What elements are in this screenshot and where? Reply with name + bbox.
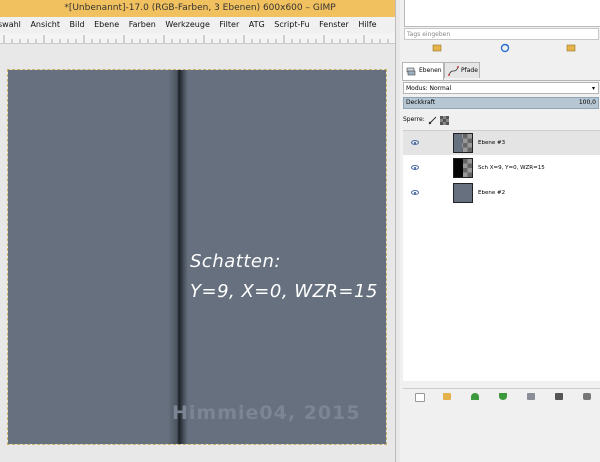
new-layer-icon[interactable] — [415, 393, 425, 402]
menu-item-auswahl[interactable]: swahl — [0, 20, 21, 29]
menu-item-hilfe[interactable]: Hilfe — [358, 20, 376, 29]
tab-paths-label: Pfade — [461, 67, 478, 74]
folder-icon[interactable] — [566, 44, 576, 52]
layer-row-shadow[interactable]: Sch X=9, Y=0, WZR=15 — [403, 156, 600, 180]
lower-layer-icon[interactable] — [499, 393, 507, 400]
menu-item-filter[interactable]: Filter — [219, 20, 239, 29]
menu-item-ebene[interactable]: Ebene — [94, 20, 119, 29]
lock-pixels-icon[interactable] — [428, 116, 437, 125]
tab-paths[interactable]: Pfade — [444, 62, 480, 78]
menu-item-script-fu[interactable]: Script-Fu — [274, 20, 309, 29]
new-group-icon[interactable] — [443, 393, 451, 400]
menu-bar: swahl Ansicht Bild Ebene Farben Werkzeug… — [0, 17, 400, 33]
watermark-text: Himmie04, 2015 — [172, 402, 361, 424]
lock-label: Sperre: — [403, 116, 425, 123]
layers-toolbar — [403, 388, 600, 405]
layer-name: Ebene #2 — [478, 190, 506, 196]
annotation-line-1: Schatten: — [190, 251, 281, 272]
menu-item-farben[interactable]: Farben — [129, 20, 156, 29]
paths-tab-icon — [448, 66, 459, 76]
window-title: *[Unbenannt]-17.0 (RGB-Farben, 3 Ebenen)… — [0, 0, 400, 17]
brush-preview-panel — [404, 0, 600, 27]
menu-item-fenster[interactable]: Fenster — [319, 20, 349, 29]
annotation-line-2: Y=9, X=0, WZR=15 — [190, 281, 378, 302]
layer-thumbnail — [453, 183, 473, 203]
eye-icon[interactable] — [411, 190, 419, 195]
brush-icon[interactable] — [432, 44, 442, 52]
eye-icon[interactable] — [411, 140, 419, 145]
layer-thumbnail — [453, 133, 473, 153]
layer-row-ebene-2[interactable]: Ebene #2 — [403, 181, 600, 205]
mode-label: Modus: Normal — [406, 85, 452, 92]
opacity-label: Deckkraft — [406, 99, 436, 106]
delete-layer-icon[interactable] — [583, 393, 591, 400]
raise-layer-icon[interactable] — [471, 393, 479, 400]
anchor-layer-icon[interactable] — [555, 393, 563, 400]
chevron-down-icon: ▾ — [591, 85, 595, 92]
opacity-value: 100,0 — [578, 99, 596, 106]
lock-row: Sperre: — [403, 114, 463, 126]
layer-name: Ebene #3 — [478, 140, 506, 146]
layer-row-ebene-3[interactable]: Ebene #3 — [403, 131, 600, 155]
menu-item-atg[interactable]: ATG — [249, 20, 265, 29]
dock-tabs: Ebenen Pfade — [402, 62, 600, 81]
layers-list: Ebene #3 Sch X=9, Y=0, WZR=15 Ebene #2 — [403, 130, 600, 381]
horizontal-ruler[interactable] — [0, 33, 400, 44]
tab-layers[interactable]: Ebenen — [402, 62, 444, 80]
refresh-icon[interactable] — [500, 43, 510, 53]
duplicate-layer-icon[interactable] — [527, 393, 535, 400]
lock-alpha-icon[interactable] — [440, 116, 449, 125]
layer-thumbnail — [453, 158, 473, 178]
menu-item-werkzeuge[interactable]: Werkzeuge — [165, 20, 209, 29]
tab-layers-label: Ebenen — [419, 67, 442, 74]
opacity-slider[interactable]: Deckkraft 100,0 — [403, 97, 599, 109]
layers-tab-icon — [406, 67, 416, 76]
layer-name: Sch X=9, Y=0, WZR=15 — [478, 165, 545, 171]
menu-item-ansicht[interactable]: Ansicht — [30, 20, 60, 29]
mode-select[interactable]: Modus: Normal ▾ — [403, 82, 599, 94]
canvas-annotation-text: Schatten: Y=9, X=0, WZR=15 — [190, 247, 378, 307]
tags-input[interactable]: Tags eingeben — [404, 28, 599, 40]
eye-icon[interactable] — [411, 165, 419, 170]
drop-shadow-band — [168, 70, 188, 444]
menu-item-bild[interactable]: Bild — [70, 20, 85, 29]
